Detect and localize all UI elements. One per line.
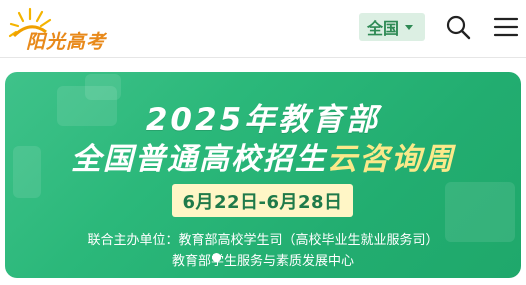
banner-title-line2: 全国普通高校招生云咨询周 [5, 134, 521, 178]
banner-title-yellow: 云咨询周 [327, 142, 455, 177]
organizers-line1: 联合主办单位：教育部高校学生司（高校毕业生就业服务司） [87, 233, 439, 248]
region-selector[interactable]: 全国 [359, 13, 425, 41]
top-navigation-bar: 阳光高考 全国 [0, 0, 526, 58]
region-label: 全国 [367, 19, 400, 38]
chevron-down-icon [405, 24, 414, 30]
banner-title-white: 全国普通高校招生 [71, 142, 327, 177]
menu-button[interactable] [491, 12, 521, 42]
menu-icon [493, 17, 519, 37]
event-dates: 6月22日-6月28日 [172, 184, 353, 217]
banner-title-line1: 2025年教育部 [145, 102, 381, 138]
carousel-indicator[interactable] [212, 253, 221, 262]
logo-text: 阳光高考 [26, 31, 107, 53]
organizers-line2: 教育部学生服务与素质发展中心 [171, 254, 354, 269]
search-icon [446, 15, 471, 40]
promo-banner[interactable]: 2025年教育部 全国普通高校招生云咨询周 6月22日-6月28日 联合主办单位… [5, 72, 521, 278]
site-logo[interactable]: 阳光高考 [6, 6, 116, 53]
search-button[interactable] [443, 12, 473, 42]
